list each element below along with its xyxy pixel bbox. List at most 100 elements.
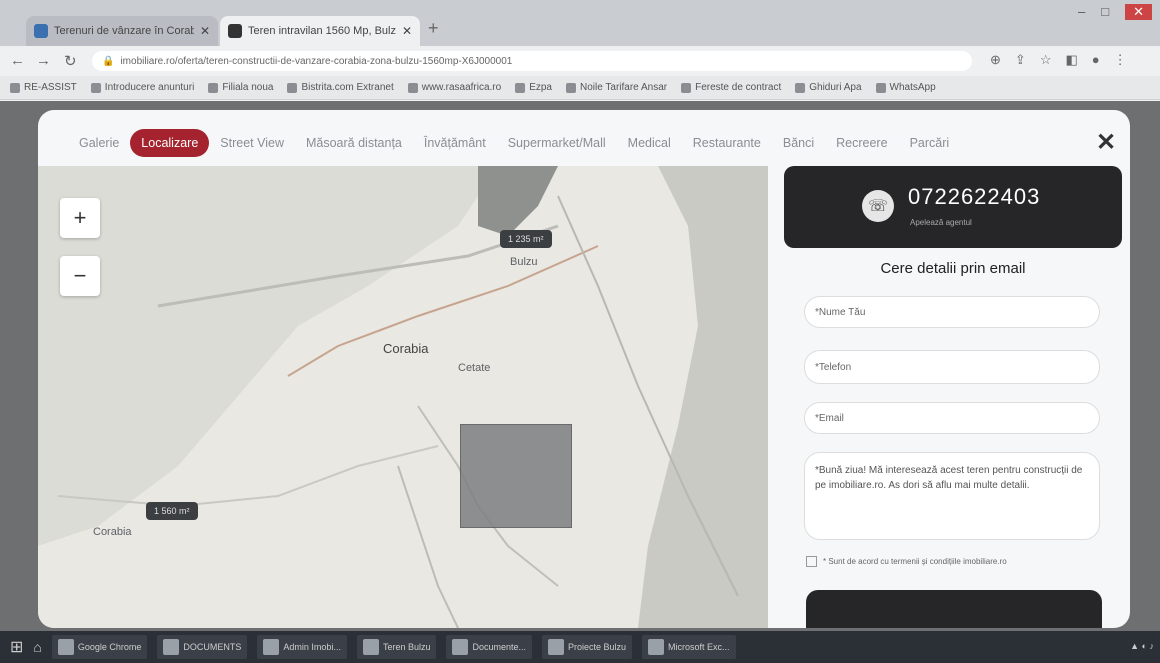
- start-icon[interactable]: ⊞: [10, 637, 23, 657]
- bookmark-icon: [681, 82, 692, 93]
- bookmark-icon: [566, 82, 576, 93]
- tab-galerie[interactable]: Galerie: [68, 129, 130, 157]
- tab-invatamant[interactable]: Învățământ: [413, 129, 497, 157]
- tab-parcari[interactable]: Parcări: [899, 129, 961, 157]
- bookmark-item[interactable]: WhatsApp: [875, 82, 936, 93]
- lock-icon: 🔒: [102, 55, 115, 67]
- app-icon: [57, 639, 74, 655]
- app-icon: [648, 639, 665, 655]
- bookmark-icon: [795, 82, 806, 93]
- bookmark-icon: [10, 82, 20, 93]
- new-tab-button[interactable]: +: [428, 18, 439, 39]
- bookmark-icon: [515, 82, 526, 93]
- taskbar-item[interactable]: Admin Imobi...: [257, 635, 347, 659]
- phone-number[interactable]: 0722622403: [908, 184, 1040, 210]
- phone-box[interactable]: ☏ 0722622403 Apelează agentul: [784, 166, 1122, 248]
- taskbar-item[interactable]: Documente...: [446, 635, 533, 659]
- name-field[interactable]: *Nume Tău: [804, 296, 1100, 328]
- tab-supermarket[interactable]: Supermarket/Mall: [497, 129, 617, 157]
- tab-recreere[interactable]: Recreere: [825, 129, 898, 157]
- app-icon: [362, 639, 379, 655]
- checkbox-icon[interactable]: [806, 556, 817, 567]
- tab-label: Terenuri de vânzare în Corabia...: [54, 25, 194, 37]
- menu-icon[interactable]: ⋮: [1114, 52, 1127, 68]
- zoom-in-button[interactable]: +: [60, 198, 100, 238]
- map-place-label: Cetate: [458, 362, 491, 374]
- tab-favicon: [34, 24, 48, 38]
- minimize-button[interactable]: –: [1078, 4, 1085, 20]
- system-tray[interactable]: ▲ ◐ ♪: [1130, 641, 1154, 651]
- app-icon: [548, 639, 565, 655]
- bookmark-item[interactable]: Noile Tarifare Ansar: [566, 82, 667, 93]
- tab-favicon: [228, 24, 242, 38]
- bookmark-item[interactable]: Fereste de contract: [681, 82, 781, 93]
- close-icon[interactable]: ✕: [402, 24, 412, 38]
- translate-icon[interactable]: ⊕: [990, 52, 1001, 68]
- taskbar-item[interactable]: Proiecte Bulzu: [542, 635, 633, 659]
- home-icon[interactable]: ⌂: [33, 639, 41, 655]
- phone-icon: ☏: [862, 190, 894, 222]
- tab-localizare[interactable]: Localizare: [130, 129, 210, 157]
- taskbar-item[interactable]: Microsoft Exc...: [642, 635, 736, 659]
- taskbar-item[interactable]: DOCUMENTS: [157, 635, 248, 659]
- browser-tab-1[interactable]: Terenuri de vânzare în Corabia... ✕: [26, 16, 218, 46]
- profile-icon[interactable]: ●: [1092, 52, 1100, 68]
- consent-label: * Sunt de acord cu termenii și condițiil…: [823, 557, 1007, 566]
- send-button[interactable]: [806, 590, 1102, 628]
- map-place-label: Bulzu: [510, 256, 538, 268]
- bookmark-item[interactable]: Introducere anunturi: [90, 82, 194, 93]
- tab-masoara-distanta[interactable]: Măsoară distanța: [295, 129, 413, 157]
- map-price-pin[interactable]: 1 560 m²: [146, 502, 198, 520]
- reload-icon[interactable]: ↻: [64, 52, 77, 70]
- phone-field[interactable]: *Telefon: [804, 350, 1100, 384]
- contact-panel: ☏ 0722622403 Apelează agentul Cere detal…: [776, 166, 1130, 628]
- forward-icon[interactable]: →: [36, 52, 51, 69]
- map-background: [38, 166, 768, 628]
- tab-street-view[interactable]: Street View: [209, 129, 295, 157]
- modal-tabs: Galerie Localizare Street View Măsoară d…: [38, 128, 1130, 158]
- close-icon[interactable]: ✕: [200, 24, 210, 38]
- star-icon[interactable]: ☆: [1040, 52, 1052, 68]
- map-place-label: Corabia: [93, 526, 132, 538]
- message-field[interactable]: *Bună ziua! Mă interesează acest teren p…: [804, 452, 1100, 540]
- window-close-button[interactable]: ✕: [1125, 4, 1152, 20]
- share-icon[interactable]: ⇪: [1015, 52, 1026, 68]
- bookmark-icon: [875, 82, 886, 93]
- bookmarks-bar: RE-ASSIST Introducere anunturi Filiala n…: [0, 76, 1160, 100]
- bookmark-item[interactable]: Ghiduri Apa: [795, 82, 862, 93]
- tab-banci[interactable]: Bănci: [772, 129, 825, 157]
- app-icon: [163, 639, 180, 655]
- url-text: imobiliare.ro/oferta/teren-constructii-d…: [120, 55, 513, 67]
- zoom-out-button[interactable]: −: [60, 256, 100, 296]
- map-view[interactable]: + − 1 235 m² 1 560 m² Corabia Bulzu Ceta…: [38, 166, 768, 628]
- taskbar-item[interactable]: Teren Bulzu: [356, 635, 437, 659]
- bookmark-item[interactable]: RE-ASSIST: [10, 82, 77, 93]
- form-title: Cere detalii prin email: [880, 260, 1026, 277]
- close-icon[interactable]: ✕: [1096, 128, 1116, 157]
- app-icon: [263, 639, 280, 655]
- back-icon[interactable]: ←: [10, 52, 25, 69]
- browser-tab-2[interactable]: Teren intravilan 1560 Mp, Bulz... ✕: [220, 16, 420, 46]
- tab-restaurante[interactable]: Restaurante: [682, 129, 772, 157]
- consent-checkbox[interactable]: * Sunt de acord cu termenii și condițiil…: [806, 556, 1007, 567]
- taskbar-item[interactable]: Google Chrome: [51, 635, 148, 659]
- bookmark-icon: [407, 82, 418, 93]
- bookmark-item[interactable]: Ezpa: [515, 82, 552, 93]
- map-price-pin[interactable]: 1 235 m²: [500, 230, 552, 248]
- bookmark-icon: [287, 82, 298, 93]
- listing-modal: Galerie Localizare Street View Măsoară d…: [38, 110, 1130, 628]
- bookmark-item[interactable]: Bistrita.com Extranet: [287, 82, 394, 93]
- app-icon: [452, 639, 469, 655]
- extensions-icon[interactable]: ◧: [1065, 52, 1077, 68]
- bookmark-item[interactable]: www.rasaafrica.ro: [407, 82, 501, 93]
- window-controls: – □ ✕: [1078, 4, 1152, 20]
- address-bar-icons: ⊕ ⇪ ☆ ◧ ● ⋮: [990, 52, 1127, 68]
- bookmark-item[interactable]: Filiala noua: [208, 82, 273, 93]
- bookmark-icon: [90, 82, 101, 93]
- url-field[interactable]: 🔒 imobiliare.ro/oferta/teren-constructii-…: [92, 51, 972, 71]
- tab-medical[interactable]: Medical: [617, 129, 682, 157]
- taskbar: ⊞ ⌂ Google Chrome DOCUMENTS Admin Imobi.…: [0, 631, 1160, 663]
- maximize-button[interactable]: □: [1101, 4, 1109, 20]
- tab-label: Teren intravilan 1560 Mp, Bulz...: [248, 25, 396, 37]
- email-field[interactable]: *Email: [804, 402, 1100, 434]
